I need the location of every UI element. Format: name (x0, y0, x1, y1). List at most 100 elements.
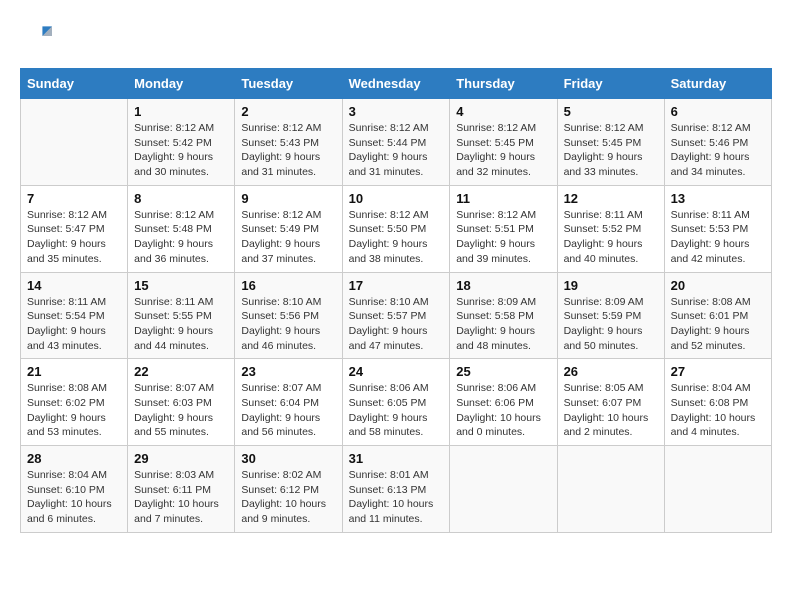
calendar-cell: 23 Sunrise: 8:07 AM Sunset: 6:04 PM Dayli… (235, 359, 342, 446)
day-number: 10 (349, 191, 444, 206)
day-header-monday: Monday (128, 69, 235, 99)
page-header (20, 20, 772, 52)
cell-info: Sunrise: 8:08 AM Sunset: 6:02 PM Dayligh… (27, 381, 121, 440)
day-number: 14 (27, 278, 121, 293)
calendar-cell (557, 446, 664, 533)
day-number: 12 (564, 191, 658, 206)
day-number: 30 (241, 451, 335, 466)
calendar-week-row: 7Sunrise: 8:12 AM Sunset: 5:47 PM Daylig… (21, 185, 772, 272)
day-number: 9 (241, 191, 335, 206)
cell-info: Sunrise: 8:09 AM Sunset: 5:59 PM Dayligh… (564, 295, 658, 354)
day-number: 1 (134, 104, 228, 119)
calendar-week-row: 21Sunrise: 8:08 AM Sunset: 6:02 PM Dayli… (21, 359, 772, 446)
day-number: 7 (27, 191, 121, 206)
calendar-cell: 21Sunrise: 8:08 AM Sunset: 6:02 PM Dayli… (21, 359, 128, 446)
calendar-cell: 9 Sunrise: 8:12 AM Sunset: 5:49 PM Daylig… (235, 185, 342, 272)
day-number: 27 (671, 364, 765, 379)
cell-info: Sunrise: 8:11 AM Sunset: 5:53 PM Dayligh… (671, 208, 765, 267)
calendar-cell: 6 Sunrise: 8:12 AM Sunset: 5:46 PM Daylig… (664, 99, 771, 186)
day-header-tuesday: Tuesday (235, 69, 342, 99)
calendar-cell: 15Sunrise: 8:11 AM Sunset: 5:55 PM Dayli… (128, 272, 235, 359)
calendar-cell: 2 Sunrise: 8:12 AM Sunset: 5:43 PM Daylig… (235, 99, 342, 186)
cell-info: Sunrise: 8:12 AM Sunset: 5:51 PM Dayligh… (456, 208, 550, 267)
calendar-cell: 31Sunrise: 8:01 AM Sunset: 6:13 PM Dayli… (342, 446, 450, 533)
cell-info: Sunrise: 8:06 AM Sunset: 6:06 PM Dayligh… (456, 381, 550, 440)
day-header-thursday: Thursday (450, 69, 557, 99)
calendar-cell: 20 Sunrise: 8:08 AM Sunset: 6:01 PM Dayli… (664, 272, 771, 359)
cell-info: Sunrise: 8:12 AM Sunset: 5:45 PM Dayligh… (564, 121, 658, 180)
day-number: 16 (241, 278, 335, 293)
calendar-cell: 3Sunrise: 8:12 AM Sunset: 5:44 PM Daylig… (342, 99, 450, 186)
logo (20, 20, 56, 52)
day-header-saturday: Saturday (664, 69, 771, 99)
day-header-sunday: Sunday (21, 69, 128, 99)
day-number: 25 (456, 364, 550, 379)
day-number: 22 (134, 364, 228, 379)
calendar-cell: 5 Sunrise: 8:12 AM Sunset: 5:45 PM Daylig… (557, 99, 664, 186)
calendar-cell: 19 Sunrise: 8:09 AM Sunset: 5:59 PM Dayli… (557, 272, 664, 359)
day-number: 19 (564, 278, 658, 293)
cell-info: Sunrise: 8:07 AM Sunset: 6:04 PM Dayligh… (241, 381, 335, 440)
day-number: 15 (134, 278, 228, 293)
day-number: 2 (241, 104, 335, 119)
calendar-cell: 12 Sunrise: 8:11 AM Sunset: 5:52 PM Dayli… (557, 185, 664, 272)
day-number: 24 (349, 364, 444, 379)
day-number: 6 (671, 104, 765, 119)
cell-info: Sunrise: 8:05 AM Sunset: 6:07 PM Dayligh… (564, 381, 658, 440)
day-number: 26 (564, 364, 658, 379)
calendar-cell: 28 Sunrise: 8:04 AM Sunset: 6:10 PM Dayli… (21, 446, 128, 533)
cell-info: Sunrise: 8:12 AM Sunset: 5:49 PM Dayligh… (241, 208, 335, 267)
calendar-cell: 24 Sunrise: 8:06 AM Sunset: 6:05 PM Dayli… (342, 359, 450, 446)
cell-info: Sunrise: 8:12 AM Sunset: 5:45 PM Dayligh… (456, 121, 550, 180)
day-header-wednesday: Wednesday (342, 69, 450, 99)
day-number: 13 (671, 191, 765, 206)
cell-info: Sunrise: 8:11 AM Sunset: 5:52 PM Dayligh… (564, 208, 658, 267)
day-number: 11 (456, 191, 550, 206)
day-number: 28 (27, 451, 121, 466)
calendar-cell: 4 Sunrise: 8:12 AM Sunset: 5:45 PM Daylig… (450, 99, 557, 186)
calendar-cell: 10 Sunrise: 8:12 AM Sunset: 5:50 PM Dayli… (342, 185, 450, 272)
cell-info: Sunrise: 8:11 AM Sunset: 5:54 PM Dayligh… (27, 295, 121, 354)
calendar-cell: 30 Sunrise: 8:02 AM Sunset: 6:12 PM Dayli… (235, 446, 342, 533)
cell-info: Sunrise: 8:08 AM Sunset: 6:01 PM Dayligh… (671, 295, 765, 354)
calendar-cell: 18Sunrise: 8:09 AM Sunset: 5:58 PM Dayli… (450, 272, 557, 359)
cell-info: Sunrise: 8:12 AM Sunset: 5:50 PM Dayligh… (349, 208, 444, 267)
day-number: 4 (456, 104, 550, 119)
day-number: 23 (241, 364, 335, 379)
cell-info: Sunrise: 8:12 AM Sunset: 5:46 PM Dayligh… (671, 121, 765, 180)
cell-info: Sunrise: 8:02 AM Sunset: 6:12 PM Dayligh… (241, 468, 335, 527)
day-number: 5 (564, 104, 658, 119)
calendar-cell: 1 Sunrise: 8:12 AM Sunset: 5:42 PM Daylig… (128, 99, 235, 186)
day-number: 20 (671, 278, 765, 293)
cell-info: Sunrise: 8:06 AM Sunset: 6:05 PM Dayligh… (349, 381, 444, 440)
calendar-cell: 22 Sunrise: 8:07 AM Sunset: 6:03 PM Dayli… (128, 359, 235, 446)
cell-info: Sunrise: 8:04 AM Sunset: 6:08 PM Dayligh… (671, 381, 765, 440)
cell-info: Sunrise: 8:10 AM Sunset: 5:57 PM Dayligh… (349, 295, 444, 354)
cell-info: Sunrise: 8:10 AM Sunset: 5:56 PM Dayligh… (241, 295, 335, 354)
calendar-cell (664, 446, 771, 533)
cell-info: Sunrise: 8:12 AM Sunset: 5:42 PM Dayligh… (134, 121, 228, 180)
calendar-cell: 8Sunrise: 8:12 AM Sunset: 5:48 PM Daylig… (128, 185, 235, 272)
calendar-cell: 14 Sunrise: 8:11 AM Sunset: 5:54 PM Dayli… (21, 272, 128, 359)
calendar-week-row: 28 Sunrise: 8:04 AM Sunset: 6:10 PM Dayli… (21, 446, 772, 533)
cell-info: Sunrise: 8:12 AM Sunset: 5:43 PM Dayligh… (241, 121, 335, 180)
calendar-header-row: SundayMondayTuesdayWednesdayThursdayFrid… (21, 69, 772, 99)
calendar-cell: 27 Sunrise: 8:04 AM Sunset: 6:08 PM Dayli… (664, 359, 771, 446)
calendar-cell: 11 Sunrise: 8:12 AM Sunset: 5:51 PM Dayli… (450, 185, 557, 272)
day-number: 31 (349, 451, 444, 466)
calendar-cell (450, 446, 557, 533)
cell-info: Sunrise: 8:12 AM Sunset: 5:44 PM Dayligh… (349, 121, 444, 180)
calendar-cell: 16 Sunrise: 8:10 AM Sunset: 5:56 PM Dayli… (235, 272, 342, 359)
day-number: 29 (134, 451, 228, 466)
calendar-cell: 7Sunrise: 8:12 AM Sunset: 5:47 PM Daylig… (21, 185, 128, 272)
cell-info: Sunrise: 8:07 AM Sunset: 6:03 PM Dayligh… (134, 381, 228, 440)
day-number: 17 (349, 278, 444, 293)
calendar-cell: 29Sunrise: 8:03 AM Sunset: 6:11 PM Dayli… (128, 446, 235, 533)
cell-info: Sunrise: 8:12 AM Sunset: 5:48 PM Dayligh… (134, 208, 228, 267)
cell-info: Sunrise: 8:04 AM Sunset: 6:10 PM Dayligh… (27, 468, 121, 527)
calendar-cell: 26 Sunrise: 8:05 AM Sunset: 6:07 PM Dayli… (557, 359, 664, 446)
day-number: 18 (456, 278, 550, 293)
logo-icon (20, 20, 52, 52)
day-header-friday: Friday (557, 69, 664, 99)
calendar-table: SundayMondayTuesdayWednesdayThursdayFrid… (20, 68, 772, 533)
